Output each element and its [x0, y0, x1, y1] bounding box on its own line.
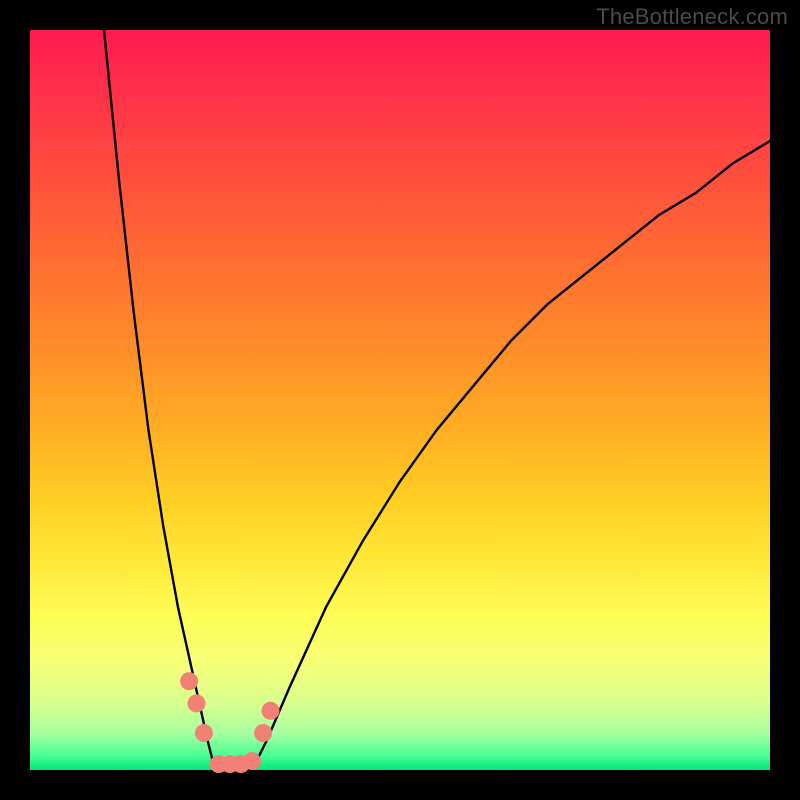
curve-group — [104, 30, 770, 770]
marker-group — [180, 672, 279, 773]
plot-area — [30, 30, 770, 770]
bottleneck-curve-svg — [30, 30, 770, 770]
marker-right_cluster_2 — [262, 702, 280, 720]
curve-right-branch — [252, 141, 770, 770]
chart-frame: TheBottleneck.com — [0, 0, 800, 800]
curve-left-branch — [104, 30, 215, 770]
marker-left_cluster_1 — [180, 672, 198, 690]
watermark-text: TheBottleneck.com — [596, 4, 788, 30]
marker-right_cluster_1 — [254, 724, 272, 742]
marker-left_cluster_3 — [195, 724, 213, 742]
marker-left_cluster_2 — [188, 694, 206, 712]
marker-bottom_4 — [243, 752, 261, 770]
